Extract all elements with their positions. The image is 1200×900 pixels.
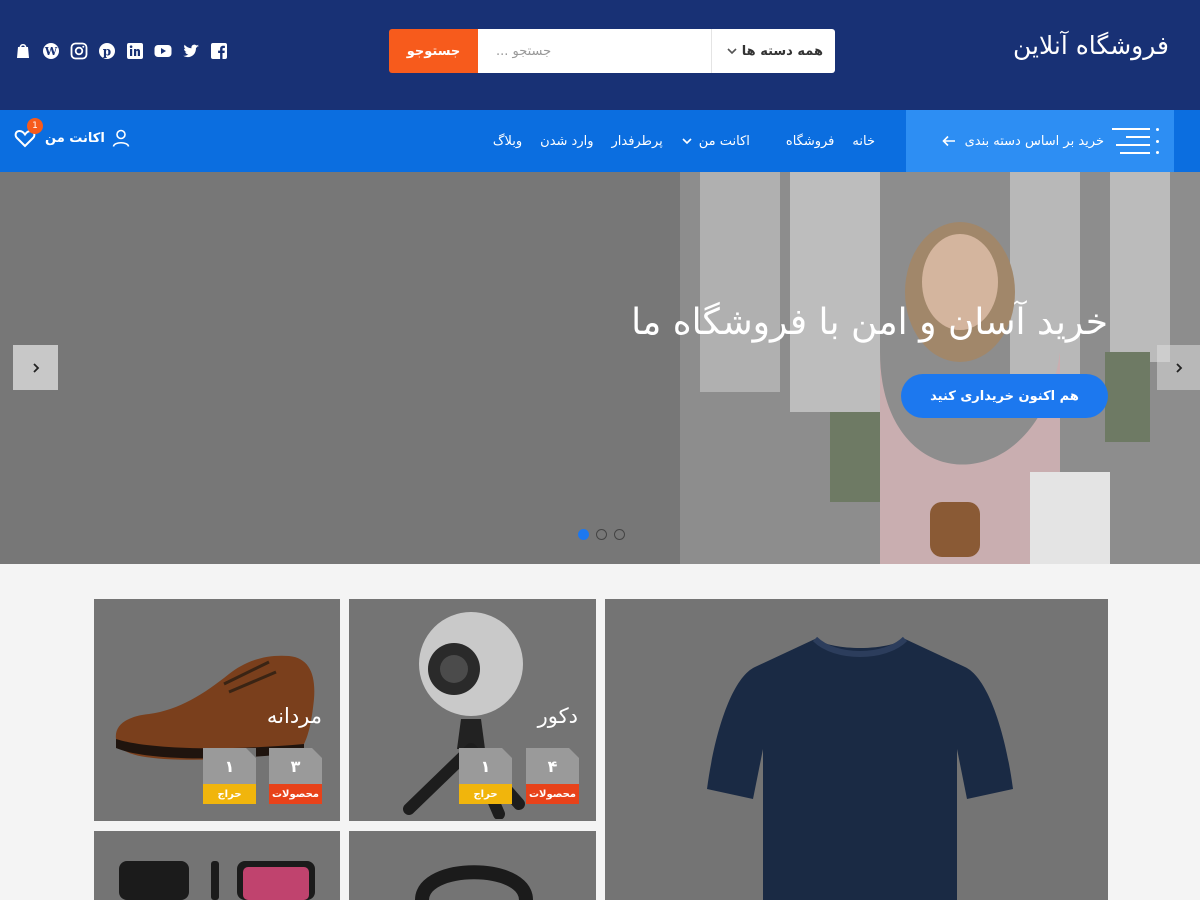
linkedin-icon[interactable] [125, 40, 145, 62]
shopify-icon[interactable] [13, 40, 33, 62]
menu-lines-icon [1112, 128, 1150, 154]
slider-dots [578, 529, 632, 540]
products-count: ۴ [526, 748, 579, 784]
nav-item-blog[interactable]: وبلاگ [493, 134, 522, 149]
facebook-icon[interactable] [209, 40, 229, 62]
slider-dot[interactable] [614, 529, 625, 540]
chevron-right-icon [1175, 362, 1182, 373]
dots-vertical-icon [1154, 128, 1160, 154]
chevron-down-icon [727, 48, 737, 55]
hero-background-image [0, 172, 1200, 564]
instagram-icon[interactable] [69, 40, 89, 62]
category-select[interactable]: همه دسته ها [711, 29, 835, 73]
category-tile-decor[interactable]: دکور ۴ محصولات ۱ حراج [349, 599, 596, 821]
svg-text:p: p [103, 44, 111, 58]
sale-count-badge: ۱ حراج [203, 748, 256, 804]
tshirt-image [707, 636, 1013, 900]
nav-item-shop[interactable]: فروشگاه [786, 134, 835, 149]
wordpress-icon[interactable]: W [41, 40, 61, 62]
top-header: فروشگاه آنلاین جستوجو جستجو ... همه دسته… [0, 0, 1200, 110]
svg-text:W: W [44, 45, 58, 58]
category-select-label: همه دسته ها [741, 43, 823, 59]
products-count: ۳ [269, 748, 322, 784]
products-label: محصولات [526, 784, 579, 804]
category-toggle-button[interactable]: خرید بر اساس دسته بندی [906, 110, 1174, 172]
sale-count: ۱ [203, 748, 256, 784]
nav-item-home[interactable]: خانه [852, 134, 875, 149]
hero-shop-now-button[interactable]: هم اکنون خریداری کنید [901, 374, 1108, 418]
pinterest-icon[interactable]: p [97, 40, 117, 62]
category-toggle-label: خرید بر اساس دسته بندی [964, 133, 1104, 149]
hero-slider: خرید آسان و امن با فروشگاه ما هم اکنون خ… [0, 172, 1200, 564]
sale-count-badge: ۱ حراج [459, 748, 512, 804]
nav-item-popular[interactable]: پرطرفدار [612, 134, 663, 149]
account-link[interactable]: اکانت من [45, 131, 105, 146]
twitter-icon[interactable] [181, 40, 201, 62]
slider-next-button[interactable] [1157, 345, 1200, 390]
wishlist-count-badge: 1 [27, 118, 43, 134]
account-area: 1 اکانت من [13, 118, 131, 150]
nav-menu: خانه فروشگاه اکانت من پرطرفدار وارد شدن … [475, 110, 875, 172]
search-input[interactable]: جستجو ... [478, 29, 711, 73]
social-links: W p [13, 40, 237, 62]
slider-prev-button[interactable] [13, 345, 58, 390]
category-tile-audio[interactable] [349, 831, 596, 900]
chevron-right-icon [32, 362, 39, 373]
main-nav: خرید بر اساس دسته بندی خانه فروشگاه اکان… [0, 110, 1200, 172]
slider-dot[interactable] [596, 529, 607, 540]
chevron-down-icon [682, 138, 692, 145]
products-label: محصولات [269, 784, 322, 804]
sale-count: ۱ [459, 748, 512, 784]
nav-item-my-account-label: اکانت من [698, 133, 750, 149]
hero-title: خرید آسان و امن با فروشگاه ما [631, 302, 1108, 343]
nav-item-login[interactable]: وارد شدن [540, 134, 593, 149]
site-title[interactable]: فروشگاه آنلاین [1013, 31, 1169, 60]
sale-label: حراج [203, 784, 256, 804]
slider-dot[interactable] [578, 529, 589, 540]
category-title: دکور [537, 704, 578, 728]
category-tile-clothing[interactable] [605, 599, 1108, 900]
category-tile-mens[interactable]: مردانه ۳ محصولات ۱ حراج [94, 599, 340, 821]
category-title: مردانه [266, 704, 322, 728]
youtube-icon[interactable] [153, 40, 173, 62]
phone-image [119, 861, 315, 900]
headphones-image [415, 865, 533, 900]
wishlist-button[interactable]: 1 [13, 118, 43, 150]
search-button[interactable]: جستوجو [389, 29, 478, 73]
products-count-badge: ۳ محصولات [269, 748, 322, 804]
search-bar: جستوجو جستجو ... همه دسته ها [389, 29, 835, 73]
sale-label: حراج [459, 784, 512, 804]
nav-item-my-account[interactable]: اکانت من [681, 134, 750, 149]
category-tile-phones[interactable] [94, 831, 340, 900]
arrow-left-icon [941, 135, 955, 147]
user-icon[interactable] [111, 128, 131, 148]
products-count-badge: ۴ محصولات [526, 748, 579, 804]
